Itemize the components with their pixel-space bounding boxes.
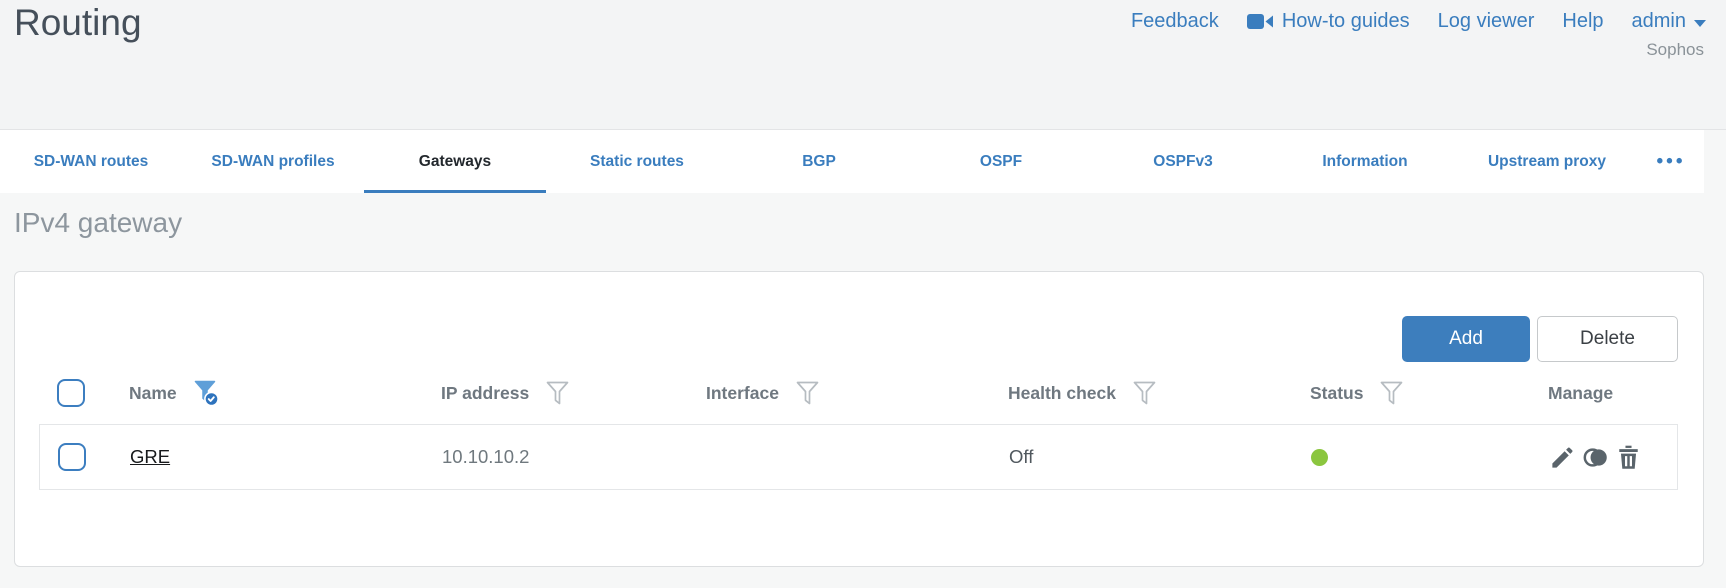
- more-tabs-button[interactable]: •••: [1638, 130, 1704, 193]
- gateway-name-link[interactable]: GRE: [130, 446, 170, 468]
- table-toolbar: Add Delete: [15, 272, 1703, 362]
- column-label-health-check: Health check: [1008, 382, 1116, 403]
- table-row: GRE 10.10.10.2 Off: [39, 424, 1678, 490]
- feedback-label: Feedback: [1130, 10, 1219, 32]
- delete-icon[interactable]: [1615, 444, 1642, 471]
- column-header-name: Name: [111, 379, 423, 407]
- column-header-manage: Manage: [1532, 383, 1678, 404]
- tab-ospf[interactable]: OSPF: [910, 130, 1092, 193]
- select-all-checkbox[interactable]: [57, 379, 85, 407]
- select-all-cell: [39, 379, 111, 407]
- user-menu-label: admin: [1631, 10, 1686, 32]
- column-header-interface: Interface: [690, 380, 992, 407]
- log-viewer-link[interactable]: Log viewer: [1438, 10, 1535, 33]
- help-label: Help: [1562, 10, 1604, 32]
- utility-nav: Feedback How-to guides Log viewer Help a…: [1131, 10, 1706, 33]
- row-manage-cell: [1533, 444, 1677, 471]
- help-link[interactable]: Help: [1562, 10, 1603, 33]
- tab-upstream-proxy[interactable]: Upstream proxy: [1456, 130, 1638, 193]
- filter-active-icon[interactable]: [193, 379, 220, 407]
- edit-icon[interactable]: [1549, 444, 1576, 471]
- column-header-health-check: Health check: [992, 380, 1294, 407]
- tab-sd-wan-profiles[interactable]: SD-WAN profiles: [182, 130, 364, 193]
- status-toggle-icon[interactable]: [1582, 444, 1609, 471]
- filter-icon[interactable]: [1132, 380, 1157, 407]
- row-select-cell: [40, 443, 112, 471]
- row-health-check-cell: Off: [993, 446, 1295, 468]
- tab-static-routes[interactable]: Static routes: [546, 130, 728, 193]
- tab-information[interactable]: Information: [1274, 130, 1456, 193]
- log-viewer-label: Log viewer: [1437, 10, 1535, 32]
- column-header-ip-address: IP address: [423, 380, 690, 407]
- howto-guides-link[interactable]: How-to guides: [1246, 10, 1410, 33]
- feedback-link[interactable]: Feedback: [1131, 10, 1219, 33]
- column-label-status: Status: [1310, 382, 1364, 403]
- row-checkbox[interactable]: [58, 443, 86, 471]
- user-menu[interactable]: admin: [1632, 10, 1706, 33]
- gateway-card: Add Delete Name IP address Interface Hea…: [14, 271, 1704, 567]
- filter-icon[interactable]: [545, 380, 570, 407]
- row-ip-cell: 10.10.10.2: [424, 446, 691, 468]
- tab-bgp[interactable]: BGP: [728, 130, 910, 193]
- column-label-ip-address: IP address: [441, 382, 530, 403]
- row-status-cell: [1295, 448, 1533, 466]
- delete-button[interactable]: Delete: [1537, 316, 1678, 362]
- filter-icon[interactable]: [795, 380, 820, 407]
- column-label-interface: Interface: [706, 382, 779, 403]
- page-title: Routing: [14, 2, 142, 43]
- main-content: IPv4 gateway Add Delete Name IP address …: [0, 205, 1726, 567]
- video-camera-icon: [1246, 13, 1273, 30]
- filter-icon[interactable]: [1379, 380, 1404, 407]
- row-name-cell: GRE: [112, 446, 424, 468]
- column-label-name: Name: [129, 382, 177, 403]
- header: Routing Feedback How-to guides Log viewe…: [0, 0, 1726, 130]
- tab-sd-wan-routes[interactable]: SD-WAN routes: [0, 130, 182, 193]
- howto-guides-label: How-to guides: [1281, 10, 1410, 32]
- tab-ospfv3[interactable]: OSPFv3: [1092, 130, 1274, 193]
- column-label-manage: Manage: [1548, 382, 1614, 403]
- chevron-down-icon: [1694, 19, 1706, 27]
- ip-address-value: 10.10.10.2: [442, 446, 530, 467]
- health-check-value: Off: [1009, 446, 1034, 467]
- column-header-status: Status: [1294, 380, 1532, 407]
- add-button[interactable]: Add: [1402, 316, 1530, 362]
- brand-name: Sophos: [1646, 40, 1704, 59]
- table-header: Name IP address Interface Health check S…: [39, 362, 1678, 424]
- status-up-indicator: [1311, 448, 1328, 466]
- tab-bar: SD-WAN routes SD-WAN profiles Gateways S…: [0, 130, 1704, 193]
- tab-gateways[interactable]: Gateways: [364, 130, 546, 193]
- section-title: IPv4 gateway: [14, 207, 183, 238]
